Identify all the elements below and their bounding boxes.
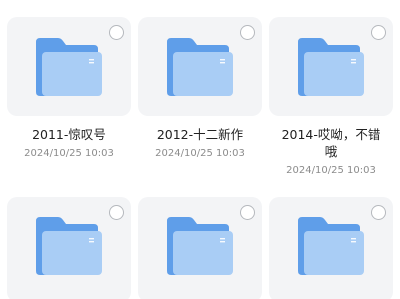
folder-icon xyxy=(36,217,102,275)
folder-tile[interactable] xyxy=(7,197,131,299)
folder-info: 2014-哎呦，不错哦 2024/10/25 10:03 xyxy=(269,126,393,178)
folder-name[interactable]: 2014-哎呦，不错哦 xyxy=(269,126,393,160)
select-radio[interactable] xyxy=(109,205,124,220)
folder-icon xyxy=(298,217,364,275)
folder-date: 2024/10/25 10:03 xyxy=(286,165,376,176)
folder-info: 2012-十二新作 2024/10/25 10:03 xyxy=(138,126,262,161)
folder-tile[interactable] xyxy=(269,197,393,299)
folder-icon xyxy=(167,38,233,96)
folder-name[interactable]: 2011-惊叹号 xyxy=(7,126,131,143)
folder-tile[interactable] xyxy=(269,17,393,116)
folder-icon xyxy=(298,38,364,96)
select-radio[interactable] xyxy=(240,25,255,40)
folder-date: 2024/10/25 10:03 xyxy=(24,148,114,159)
select-radio[interactable] xyxy=(371,205,386,220)
folder-icon xyxy=(36,38,102,96)
folder-icon xyxy=(167,217,233,275)
select-radio[interactable] xyxy=(240,205,255,220)
folder-info: 2011-惊叹号 2024/10/25 10:03 xyxy=(7,126,131,161)
folder-tile[interactable] xyxy=(138,17,262,116)
folder-tile[interactable] xyxy=(138,197,262,299)
folder-tile[interactable] xyxy=(7,17,131,116)
select-radio[interactable] xyxy=(371,25,386,40)
folder-name[interactable]: 2012-十二新作 xyxy=(138,126,262,143)
select-radio[interactable] xyxy=(109,25,124,40)
folder-date: 2024/10/25 10:03 xyxy=(155,148,245,159)
